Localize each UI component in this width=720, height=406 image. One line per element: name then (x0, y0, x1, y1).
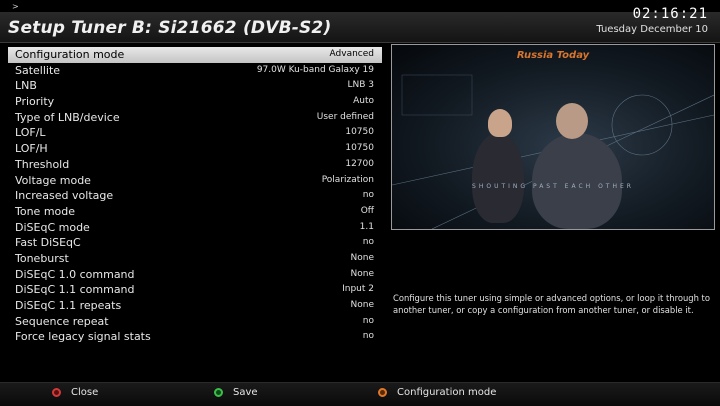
setting-row[interactable]: Voltage mode Polarization (8, 173, 382, 189)
setting-value: no (362, 190, 374, 201)
setting-value: LNB 3 (347, 80, 374, 91)
setting-row[interactable]: Priority Auto (8, 94, 382, 110)
title-bar: Setup Tuner B: Si21662 (DVB-S2) 02:16:21… (0, 6, 720, 43)
setting-label: DiSEqC 1.1 repeats (15, 299, 122, 312)
guest-head (556, 103, 588, 139)
setting-row[interactable]: DiSEqC 1.0 command None (8, 267, 382, 283)
help-text: Configure this tuner using simple or adv… (393, 293, 710, 315)
setting-label: Voltage mode (15, 173, 91, 187)
setting-row[interactable]: LOF/H 10750 (8, 141, 382, 157)
setting-value: Polarization (321, 174, 374, 185)
setting-value: 10750 (345, 143, 374, 154)
presenter-figure (472, 133, 524, 223)
tv-preview: Russia Today SHOUTING PAST EACH OTHER (391, 44, 715, 230)
setting-label: LOF/L (15, 126, 46, 140)
setting-row[interactable]: DiSEqC 1.1 repeats None (8, 298, 382, 314)
setting-value: Advanced (329, 49, 374, 59)
setting-label: Threshold (15, 157, 70, 171)
setting-label: Type of LNB/device (15, 110, 120, 124)
setting-row[interactable]: Toneburst None (8, 251, 382, 267)
guest-figure (532, 133, 622, 229)
setting-value: no (362, 237, 374, 248)
button-bar: Close Save Configuration mode (0, 382, 720, 406)
presenter-head (488, 109, 512, 137)
setting-label: DiSEqC 1.0 command (15, 267, 135, 281)
setting-label: LNB (15, 79, 37, 93)
setting-value: no (362, 331, 374, 342)
setting-label: Increased voltage (15, 189, 114, 203)
setting-label: DiSEqC 1.1 command (15, 283, 135, 297)
setting-row[interactable]: DiSEqC 1.1 command Input 2 (8, 282, 382, 298)
setting-value: 97.0W Ku-band Galaxy 19 (256, 64, 374, 75)
setting-value: None (350, 268, 374, 279)
configuration-mode-button[interactable]: Configuration mode (378, 387, 496, 398)
setting-value: None (350, 300, 374, 310)
clock: 02:16:21 (632, 6, 708, 22)
setting-label: Sequence repeat (15, 314, 109, 328)
close-button[interactable]: Close (52, 387, 98, 398)
setting-row[interactable]: Satellite 97.0W Ku-band Galaxy 19 (8, 63, 382, 79)
save-button[interactable]: Save (214, 387, 258, 398)
setting-value: 12700 (345, 158, 374, 169)
save-label: Save (233, 387, 258, 398)
setting-label: Tone mode (15, 204, 76, 218)
setting-row[interactable]: Tone mode Off (8, 204, 382, 220)
setting-value: Auto (353, 96, 374, 107)
setting-row[interactable]: Configuration mode Advanced (8, 47, 382, 63)
setting-row[interactable]: DiSEqC mode 1.1 (8, 220, 382, 236)
date: Tuesday December 10 (596, 24, 708, 35)
configuration-mode-label: Configuration mode (397, 387, 497, 398)
setting-label: LOF/H (15, 142, 48, 156)
setting-value: Input 2 (342, 284, 374, 295)
setting-value: 1.1 (359, 221, 374, 232)
setting-label: DiSEqC mode (15, 220, 90, 234)
program-strip-text: SHOUTING PAST EACH OTHER (472, 183, 634, 190)
setting-label: Priority (15, 95, 55, 109)
setting-value: None (350, 252, 374, 263)
setting-value: no (362, 315, 374, 326)
setting-row[interactable]: Force legacy signal stats no (8, 329, 382, 345)
setting-label: Satellite (15, 63, 61, 77)
setting-row[interactable]: LNB LNB 3 (8, 78, 382, 94)
green-key-icon (214, 387, 223, 397)
setting-row[interactable]: LOF/L 10750 (8, 125, 382, 141)
setting-value: Off (360, 205, 374, 216)
setting-row[interactable]: Fast DiSEqC no (8, 235, 382, 251)
close-label: Close (71, 387, 99, 398)
yellow-key-icon (378, 387, 387, 397)
screen-title: Setup Tuner B: Si21662 (DVB-S2) (8, 18, 332, 38)
console-prompt: > (12, 2, 19, 11)
setting-label: Toneburst (15, 251, 69, 265)
setting-row[interactable]: Type of LNB/device User defined (8, 110, 382, 126)
red-key-icon (52, 387, 61, 397)
setting-row[interactable]: Sequence repeat no (8, 314, 382, 330)
setting-label: Force legacy signal stats (15, 330, 151, 344)
setting-row[interactable]: Increased voltage no (8, 188, 382, 204)
setting-row[interactable]: Threshold 12700 (8, 157, 382, 173)
setting-value: 10750 (345, 127, 374, 138)
setting-value: User defined (316, 111, 374, 122)
channel-logo: Russia Today (516, 50, 590, 61)
settings-list: Configuration mode Advanced Satellite 97.0W… (8, 47, 382, 345)
setting-label: Fast DiSEqC (15, 236, 81, 250)
setting-label: Configuration mode (15, 48, 125, 61)
